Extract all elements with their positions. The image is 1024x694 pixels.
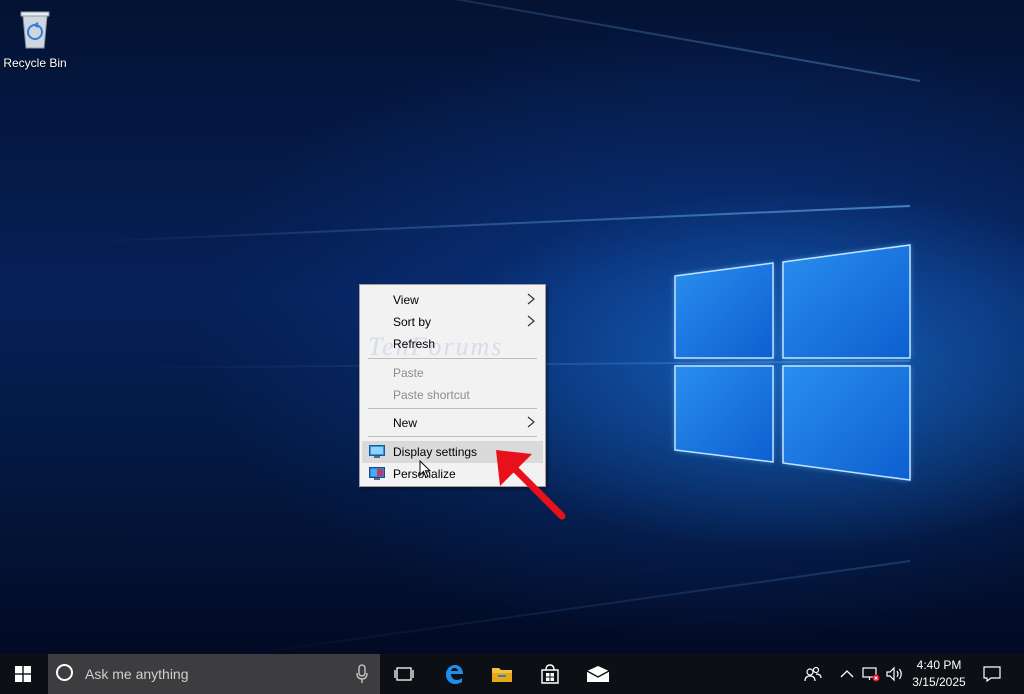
personalize-icon: [369, 467, 385, 480]
store-icon: [541, 664, 559, 684]
action-center-icon: [983, 666, 1001, 682]
task-view-icon: [394, 667, 414, 681]
edge-button[interactable]: [434, 654, 474, 694]
cortana-icon: [56, 664, 73, 681]
chevron-right-icon: [527, 315, 535, 327]
menu-item-new[interactable]: New: [362, 412, 543, 434]
desktop-icon-label: Recycle Bin: [3, 56, 67, 70]
chevron-right-icon: [527, 293, 535, 305]
chevron-up-icon: [840, 670, 854, 678]
menu-separator: [368, 358, 537, 359]
file-explorer-icon: [492, 668, 512, 682]
volume-icon: [886, 666, 902, 682]
menu-item-label: New: [393, 416, 418, 430]
start-button[interactable]: [0, 654, 46, 694]
microphone-icon[interactable]: [356, 664, 368, 684]
clock-time: 4:40 PM: [916, 658, 962, 672]
search-placeholder: Ask me anything: [85, 666, 189, 682]
menu-item-label: Paste shortcut: [393, 388, 470, 402]
network-button[interactable]: [860, 654, 882, 694]
menu-separator: [368, 436, 537, 437]
store-button[interactable]: [530, 654, 570, 694]
red-arrow-annotation-icon: [496, 450, 566, 520]
network-icon: [862, 667, 880, 682]
menu-item-sort-by[interactable]: Sort by: [362, 311, 543, 333]
volume-button[interactable]: [884, 654, 906, 694]
menu-item-label: Refresh: [393, 337, 436, 351]
desktop[interactable]: Recycle Bin TenForums View Sort by Refre…: [0, 0, 1024, 654]
menu-item-label: Sort by: [393, 315, 432, 329]
mail-button[interactable]: [578, 654, 618, 694]
mouse-cursor-icon: [419, 460, 431, 479]
menu-item-paste-shortcut[interactable]: Paste shortcut: [362, 384, 543, 406]
people-icon: [804, 666, 822, 682]
menu-item-label: Paste: [393, 366, 424, 380]
search-box[interactable]: Ask me anything: [48, 654, 380, 694]
chevron-right-icon: [527, 416, 535, 428]
menu-item-label: Display settings: [393, 445, 478, 459]
desktop-icon-recycle-bin[interactable]: Recycle Bin: [2, 6, 68, 70]
menu-item-refresh[interactable]: Refresh: [362, 333, 543, 355]
show-hidden-icons-button[interactable]: [836, 654, 858, 694]
recycle-bin-icon: [20, 11, 50, 49]
clock-date: 3/15/2025: [912, 675, 966, 689]
display-icon: [369, 445, 385, 458]
task-view-button[interactable]: [384, 654, 424, 694]
windows-start-icon: [15, 666, 31, 682]
menu-item-label: View: [393, 293, 419, 307]
menu-item-paste[interactable]: Paste: [362, 362, 543, 384]
edge-icon: [446, 665, 463, 684]
menu-item-view[interactable]: View: [362, 289, 543, 311]
file-explorer-button[interactable]: [482, 654, 522, 694]
menu-separator: [368, 408, 537, 409]
taskbar: Ask me anything 4:40 PM 3/15/2025: [0, 654, 1024, 694]
clock[interactable]: 4:40 PM 3/15/2025: [904, 657, 974, 691]
people-button[interactable]: [800, 654, 826, 694]
mail-icon: [586, 666, 610, 682]
action-center-button[interactable]: [978, 654, 1006, 694]
